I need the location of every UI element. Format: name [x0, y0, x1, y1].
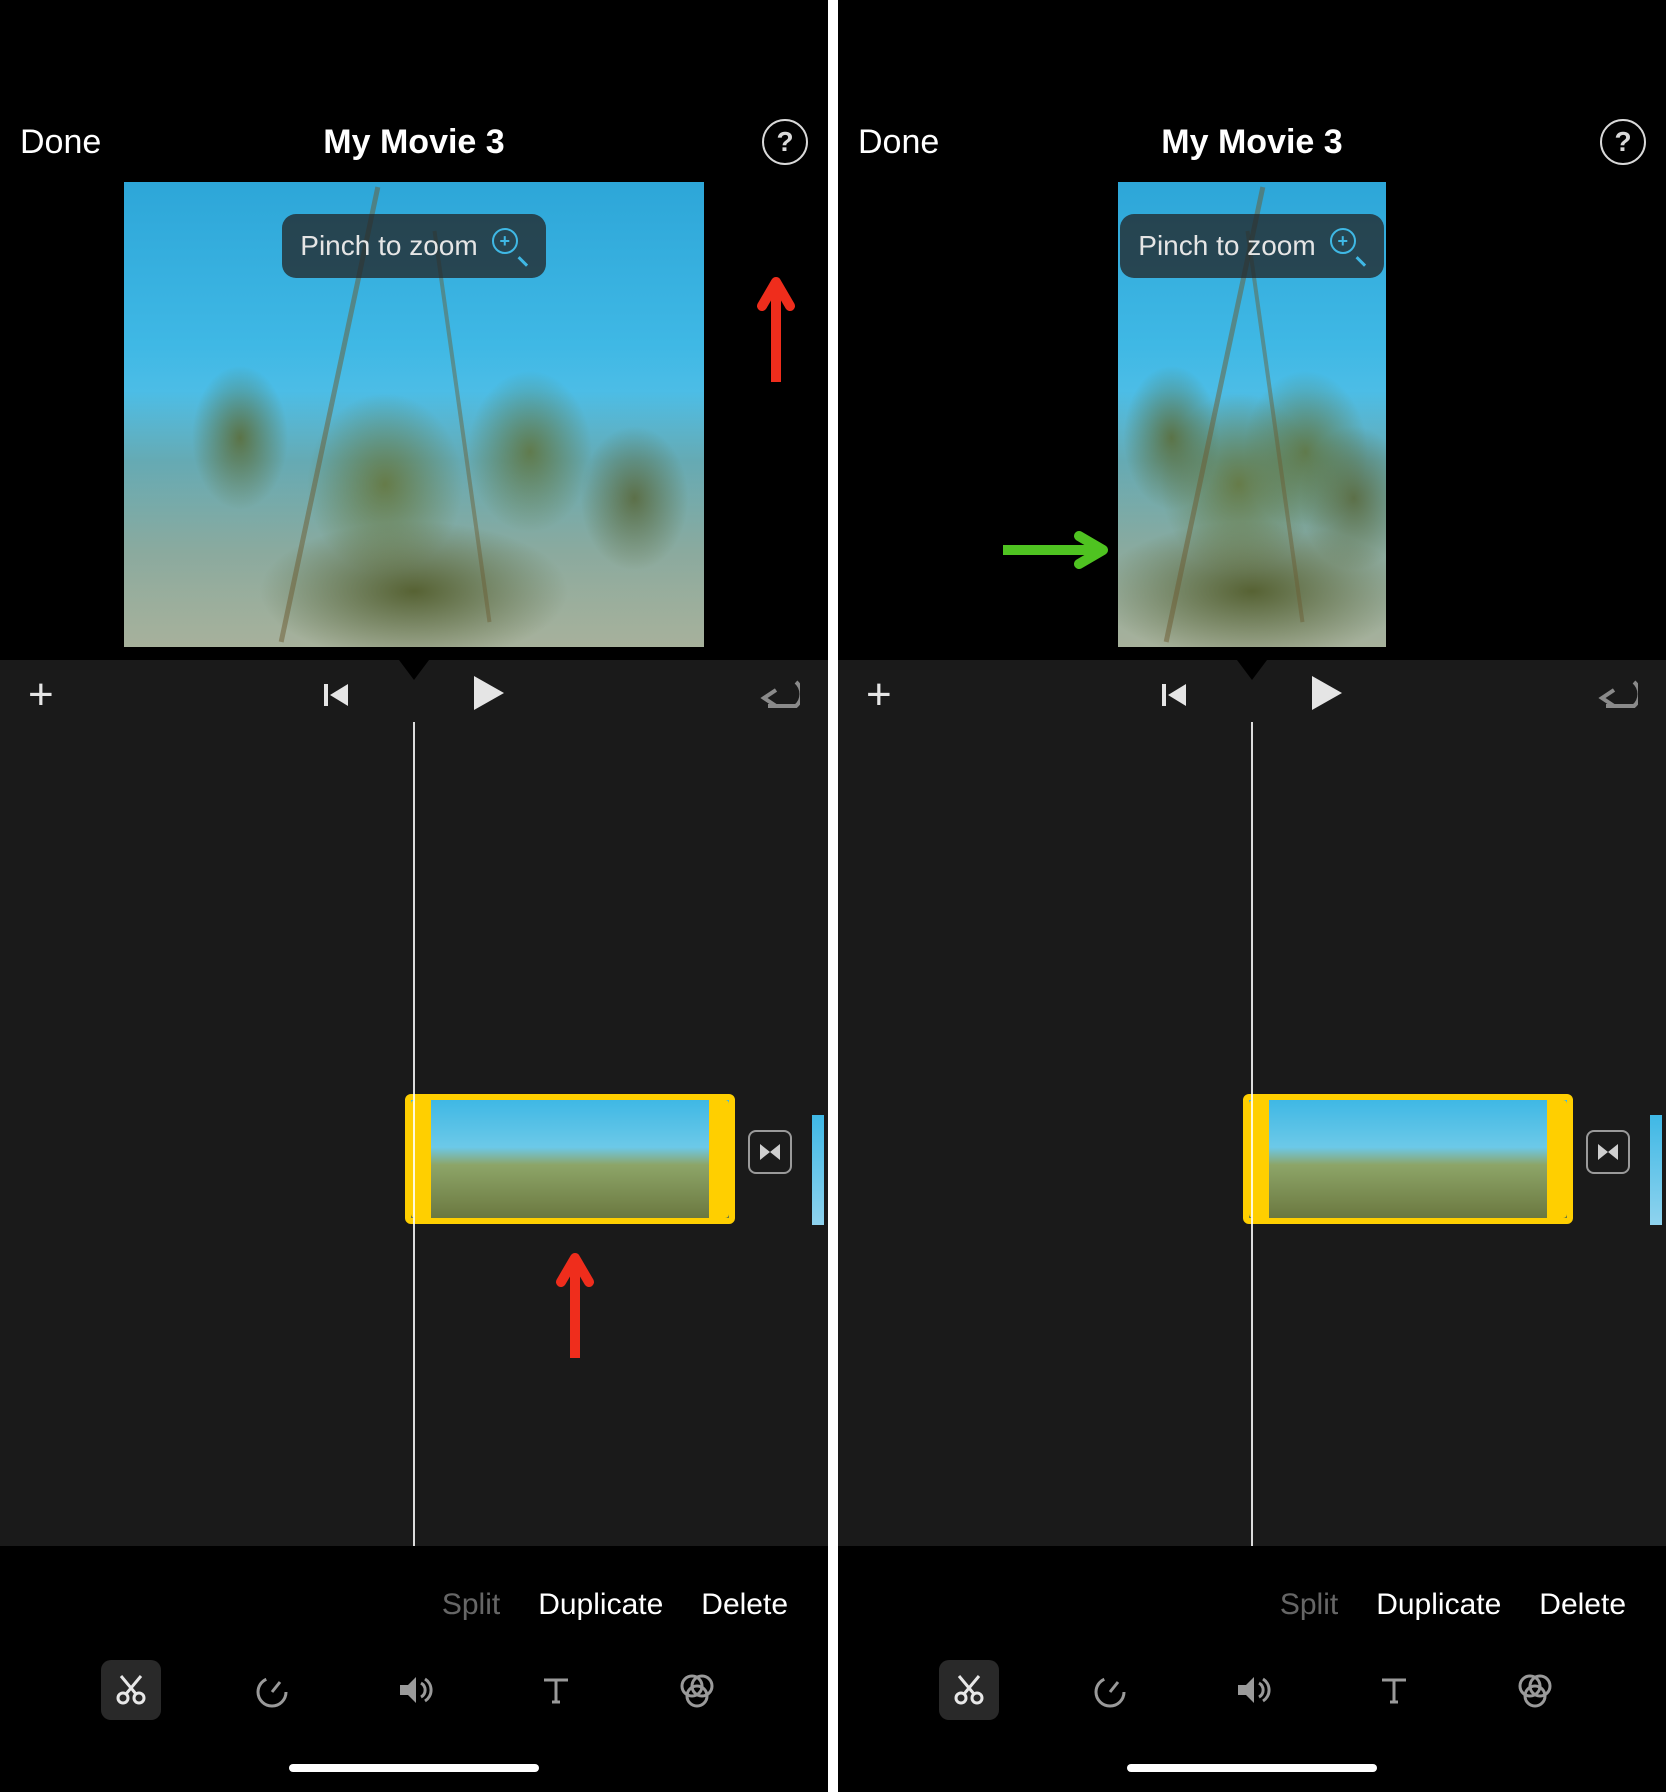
- playhead-marker-icon: [396, 656, 432, 680]
- annotation-arrow-red-up: [555, 1248, 595, 1358]
- edit-toolbar: [0, 1648, 828, 1732]
- clip-thumbnails: [411, 1100, 729, 1218]
- header-bar: Done My Movie 3 ?: [0, 114, 828, 170]
- project-title: My Movie 3: [1161, 123, 1342, 162]
- undo-button[interactable]: [756, 678, 800, 712]
- split-action[interactable]: Split: [1280, 1588, 1338, 1622]
- go-to-start-button[interactable]: [1160, 680, 1190, 710]
- duplicate-action[interactable]: Duplicate: [1376, 1588, 1501, 1622]
- edit-toolbar: [838, 1648, 1666, 1732]
- titles-tool[interactable]: [1364, 1660, 1424, 1720]
- project-title: My Movie 3: [323, 123, 504, 162]
- speed-tool[interactable]: [242, 1660, 302, 1720]
- undo-button[interactable]: [1594, 678, 1638, 712]
- clip-actions-row: Split Duplicate Delete: [838, 1588, 1666, 1622]
- trim-tool[interactable]: [101, 1660, 161, 1720]
- help-button[interactable]: ?: [762, 119, 808, 165]
- zoom-magnifier-icon: +: [492, 228, 528, 264]
- trim-tool[interactable]: [939, 1660, 999, 1720]
- header-bar: Done My Movie 3 ?: [838, 114, 1666, 170]
- annotation-arrow-green-right: [1003, 530, 1113, 570]
- left-screenshot: Done My Movie 3 ? Pinch to zoom + +: [0, 0, 828, 1792]
- selected-clip[interactable]: [1243, 1094, 1573, 1224]
- speed-tool[interactable]: [1080, 1660, 1140, 1720]
- right-screenshot: Done My Movie 3 ? Pinch to zoom + +: [838, 0, 1666, 1792]
- clip-trim-handle-right[interactable]: [1547, 1100, 1567, 1218]
- playhead-line[interactable]: [1251, 722, 1253, 1546]
- zoom-magnifier-icon: +: [1330, 228, 1366, 264]
- clip-thumbnails: [1249, 1100, 1567, 1218]
- done-button[interactable]: Done: [858, 123, 939, 162]
- go-to-start-button[interactable]: [322, 680, 352, 710]
- split-action[interactable]: Split: [442, 1588, 500, 1622]
- screenshot-divider: [828, 0, 838, 1792]
- tooltip-label: Pinch to zoom: [1138, 230, 1315, 262]
- done-button[interactable]: Done: [20, 123, 101, 162]
- clip-actions-row: Split Duplicate Delete: [0, 1588, 828, 1622]
- play-button[interactable]: [1310, 674, 1344, 717]
- preview-area[interactable]: Pinch to zoom +: [838, 182, 1666, 652]
- annotation-arrow-red-up: [756, 272, 796, 382]
- delete-action[interactable]: Delete: [1539, 1588, 1626, 1622]
- filters-tool[interactable]: [667, 1660, 727, 1720]
- duplicate-action[interactable]: Duplicate: [538, 1588, 663, 1622]
- volume-tool[interactable]: [384, 1660, 444, 1720]
- transition-button[interactable]: [1586, 1130, 1630, 1174]
- clip-trim-handle-right[interactable]: [709, 1100, 729, 1218]
- add-media-button[interactable]: +: [28, 670, 54, 720]
- pinch-to-zoom-tooltip[interactable]: Pinch to zoom +: [282, 214, 545, 278]
- delete-action[interactable]: Delete: [701, 1588, 788, 1622]
- playhead-marker-icon: [1234, 656, 1270, 680]
- pinch-to-zoom-tooltip[interactable]: Pinch to zoom +: [1120, 214, 1383, 278]
- home-indicator[interactable]: [1127, 1764, 1377, 1772]
- preview-area[interactable]: Pinch to zoom +: [0, 182, 828, 652]
- help-button[interactable]: ?: [1600, 119, 1646, 165]
- selected-clip[interactable]: [405, 1094, 735, 1224]
- playhead-line[interactable]: [413, 722, 415, 1546]
- home-indicator[interactable]: [289, 1764, 539, 1772]
- next-clip-edge[interactable]: [812, 1115, 824, 1225]
- next-clip-edge[interactable]: [1650, 1115, 1662, 1225]
- timeline-area[interactable]: [0, 722, 828, 1546]
- tooltip-label: Pinch to zoom: [300, 230, 477, 262]
- titles-tool[interactable]: [526, 1660, 586, 1720]
- filters-tool[interactable]: [1505, 1660, 1565, 1720]
- volume-tool[interactable]: [1222, 1660, 1282, 1720]
- add-media-button[interactable]: +: [866, 670, 892, 720]
- timeline-area[interactable]: [838, 722, 1666, 1546]
- transition-button[interactable]: [748, 1130, 792, 1174]
- play-button[interactable]: [472, 674, 506, 717]
